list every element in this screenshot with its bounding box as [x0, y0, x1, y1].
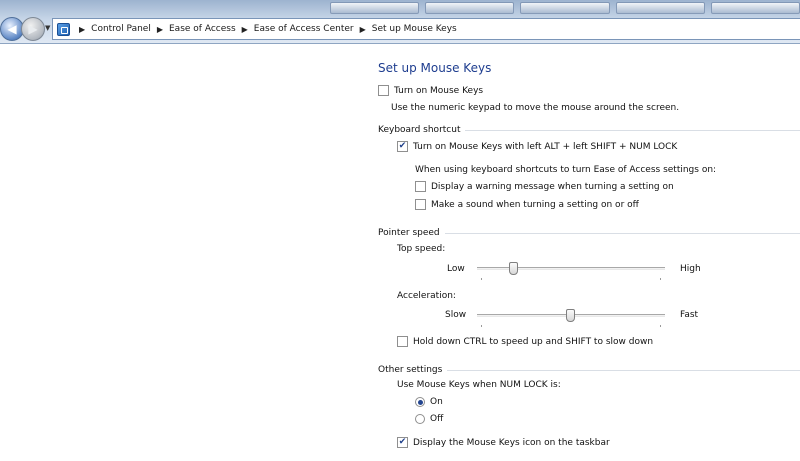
keyboard-shortcut-section: Keyboard shortcut [378, 125, 800, 135]
breadcrumb-control-panel[interactable]: Control Panel [91, 24, 151, 34]
checkbox[interactable] [378, 85, 389, 96]
acceleration-label: Acceleration: [397, 291, 456, 301]
divider [444, 232, 800, 234]
turn-on-mouse-keys-label: Turn on Mouse Keys [394, 85, 484, 96]
numlock-off-radio[interactable]: Off [415, 414, 443, 424]
slider-tick [481, 278, 482, 280]
acceleration-fast-label: Fast [680, 310, 699, 320]
slider-tick [481, 325, 482, 327]
checkbox[interactable] [415, 181, 426, 192]
make-sound-checkbox[interactable]: Make a sound when turning a setting on o… [415, 199, 639, 210]
breadcrumb-ease-of-access-center[interactable]: Ease of Access Center [254, 24, 354, 34]
numlock-on-label: On [430, 397, 443, 407]
forward-arrow-icon: ▶ [28, 22, 38, 36]
taskbar-icon-label: Display the Mouse Keys icon on the taskb… [413, 437, 610, 448]
forward-button[interactable]: ▶ [21, 17, 45, 41]
divider [465, 129, 800, 131]
ctrl-shift-label: Hold down CTRL to speed up and SHIFT to … [413, 336, 654, 347]
control-panel-icon [57, 22, 70, 36]
shortcut-label: Turn on Mouse Keys with left ALT + left … [413, 141, 678, 152]
acceleration-slow-label: Slow [445, 310, 467, 320]
back-arrow-icon: ◀ [7, 22, 17, 36]
section-heading: Other settings [378, 365, 443, 375]
recent-pages-dropdown-icon[interactable]: ▼ [45, 24, 50, 32]
shortcut-checkbox[interactable]: ✔ Turn on Mouse Keys with left ALT + lef… [397, 141, 677, 152]
chevron-right-icon[interactable]: ▶ [79, 25, 85, 34]
thumbnail [425, 2, 515, 14]
make-sound-label: Make a sound when turning a setting on o… [431, 199, 639, 210]
slider-tick [660, 278, 661, 280]
turn-on-description: Use the numeric keypad to move the mouse… [391, 103, 680, 113]
checkbox-checked[interactable]: ✔ [397, 141, 408, 152]
divider [447, 369, 800, 371]
chevron-right-icon[interactable]: ▶ [157, 25, 163, 34]
top-speed-low-label: Low [447, 264, 465, 274]
top-speed-slider[interactable] [477, 262, 665, 280]
taskbar-icon-checkbox[interactable]: ✔ Display the Mouse Keys icon on the tas… [397, 437, 610, 448]
address-toolbar: ◀ ▶ ▼ ▶ Control Panel ▶ Ease of Access ▶… [0, 0, 800, 44]
warning-message-label: Display a warning message when turning a… [431, 181, 674, 192]
chevron-right-icon[interactable]: ▶ [242, 25, 248, 34]
acceleration-slider[interactable] [477, 309, 665, 327]
taskbar-thumbnails [330, 0, 800, 16]
thumbnail [615, 2, 705, 14]
turn-on-mouse-keys-checkbox[interactable]: Turn on Mouse Keys [378, 85, 483, 96]
checkbox[interactable] [397, 336, 408, 347]
breadcrumb-ease-of-access[interactable]: Ease of Access [169, 24, 236, 34]
slider-thumb[interactable] [566, 309, 575, 322]
radio[interactable] [415, 414, 425, 424]
page-title: Set up Mouse Keys [378, 61, 492, 75]
thumbnail [520, 2, 610, 14]
address-bar[interactable]: ▶ Control Panel ▶ Ease of Access ▶ Ease … [52, 18, 800, 40]
checkbox[interactable] [415, 199, 426, 210]
numlock-off-label: Off [430, 414, 444, 424]
chevron-right-icon[interactable]: ▶ [360, 25, 366, 34]
breadcrumb-set-up-mouse-keys[interactable]: Set up Mouse Keys [372, 24, 457, 34]
numlock-label: Use Mouse Keys when NUM LOCK is: [397, 380, 561, 390]
thumbnail [330, 2, 420, 14]
radio-selected[interactable] [415, 397, 425, 407]
slider-track [477, 267, 665, 270]
section-heading: Keyboard shortcut [378, 125, 461, 135]
slider-thumb[interactable] [509, 262, 518, 275]
checkbox-checked[interactable]: ✔ [397, 437, 408, 448]
numlock-on-radio[interactable]: On [415, 397, 443, 407]
ctrl-shift-checkbox[interactable]: Hold down CTRL to speed up and SHIFT to … [397, 336, 653, 347]
top-speed-high-label: High [680, 264, 701, 274]
top-speed-label: Top speed: [397, 244, 446, 254]
radio-dot [417, 399, 423, 405]
other-settings-section: Other settings [378, 365, 800, 375]
section-heading: Pointer speed [378, 228, 440, 238]
pointer-speed-section: Pointer speed [378, 228, 800, 238]
slider-tick [660, 325, 661, 327]
shortcut-subtext: When using keyboard shortcuts to turn Ea… [415, 165, 717, 175]
thumbnail [710, 2, 800, 14]
warning-message-checkbox[interactable]: Display a warning message when turning a… [415, 181, 674, 192]
